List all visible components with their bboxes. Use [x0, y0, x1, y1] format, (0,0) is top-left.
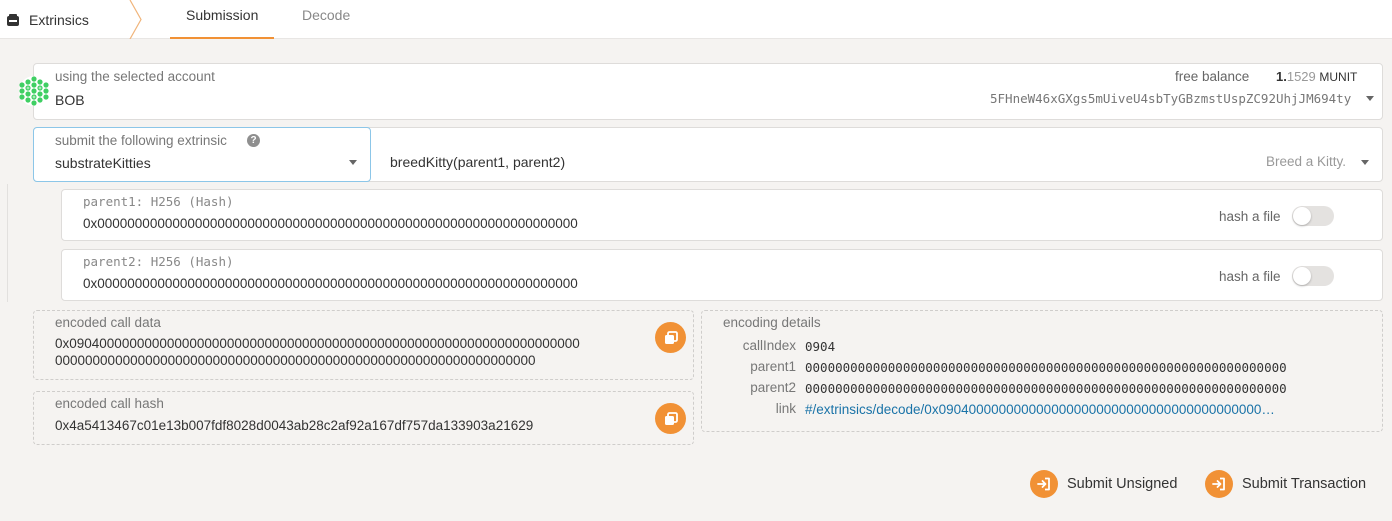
chevron-down-icon — [1366, 96, 1374, 101]
method-doc: Breed a Kitty. — [1266, 154, 1347, 169]
app-menu[interactable]: Extrinsics — [0, 0, 89, 39]
hash-file-toggle[interactable] — [1292, 266, 1334, 286]
chevron-down-icon — [349, 160, 357, 165]
copy-icon — [664, 330, 678, 344]
encoded-call-data: encoded call data 0x09040000000000000000… — [33, 310, 694, 380]
tab-decode[interactable]: Decode — [302, 0, 350, 39]
detail-value: 0000000000000000000000000000000000000000… — [805, 381, 1287, 396]
submit-unsigned-label: Submit Unsigned — [1067, 476, 1178, 492]
top-bar: Extrinsics Submission Decode — [0, 0, 1392, 39]
encoded-hash-value: 0x4a5413467c01e13b007fdf8028d0043ab28c2a… — [55, 418, 534, 433]
extrinsic-label: submit the following extrinsic — [55, 133, 227, 148]
submit-transaction-label: Submit Transaction — [1242, 476, 1367, 492]
account-identicon — [19, 76, 49, 106]
hash-file-label: hash a file — [1219, 269, 1281, 284]
method-value: breedKitty(parent1, parent2) — [390, 154, 566, 170]
sign-in-icon — [1205, 470, 1233, 498]
param-label: parent1: H256 (Hash) — [83, 194, 234, 209]
account-selector[interactable]: using the selected account BOB free bala… — [33, 63, 1383, 120]
sign-in-icon — [1030, 470, 1058, 498]
extrinsics-icon — [7, 13, 19, 26]
detail-value: 0904 — [805, 339, 836, 354]
encoded-call-label: encoded call data — [55, 315, 161, 330]
encoded-call-hash: encoded call hash 0x4a5413467c01e13b007f… — [33, 391, 694, 445]
module-value: substrateKitties — [55, 155, 151, 171]
param-input[interactable]: 0x00000000000000000000000000000000000000… — [83, 216, 578, 231]
chevron-down-icon — [1361, 160, 1369, 165]
decode-link[interactable]: #/extrinsics/decode/0x090400000000000000… — [805, 402, 1275, 417]
encoded-hash-label: encoded call hash — [55, 396, 164, 411]
breadcrumb-separator — [129, 0, 142, 39]
balance-value: 1.1529 MUNIT — [1276, 69, 1358, 84]
account-label: using the selected account — [55, 69, 215, 84]
help-icon[interactable]: ? — [247, 134, 260, 147]
copy-call-data-button[interactable] — [655, 322, 686, 353]
copy-call-hash-button[interactable] — [655, 403, 686, 434]
detail-label: parent1 — [750, 359, 796, 374]
encoding-details: encoding details callIndex 0904 parent1 … — [701, 310, 1383, 432]
submit-unsigned-button[interactable]: Submit Unsigned — [1030, 470, 1177, 498]
encoded-call-line2: 0000000000000000000000000000000000000000… — [55, 353, 536, 368]
method-dropdown[interactable]: breedKitty(parent1, parent2) Breed a Kit… — [372, 128, 1382, 181]
param-parent1: parent1: H256 (Hash) 0x00000000000000000… — [61, 189, 1383, 241]
tab-submission[interactable]: Submission — [169, 0, 275, 39]
detail-label: link — [775, 401, 796, 416]
param-label: parent2: H256 (Hash) — [83, 254, 234, 269]
hash-file-toggle[interactable] — [1292, 206, 1334, 226]
param-input[interactable]: 0x00000000000000000000000000000000000000… — [83, 276, 578, 291]
hash-file-label: hash a file — [1219, 209, 1281, 224]
copy-icon — [664, 411, 678, 425]
module-dropdown[interactable]: submit the following extrinsic ? substra… — [33, 127, 371, 182]
params-guide-line — [7, 184, 8, 302]
account-name: BOB — [55, 92, 85, 108]
detail-label: callIndex — [742, 338, 796, 353]
account-address: 5FHneW46xGXgs5mUiveU4sbTyGBzmstUspZC92Uh… — [990, 91, 1352, 106]
encoding-details-title: encoding details — [723, 315, 821, 330]
submit-transaction-button[interactable]: Submit Transaction — [1205, 470, 1366, 498]
encoded-call-line1: 0x09040000000000000000000000000000000000… — [55, 336, 580, 351]
balance-label: free balance — [1175, 69, 1250, 84]
detail-label: parent2 — [750, 380, 796, 395]
app-title: Extrinsics — [29, 11, 89, 28]
detail-value: 0000000000000000000000000000000000000000… — [805, 360, 1287, 375]
param-parent2: parent2: H256 (Hash) 0x00000000000000000… — [61, 249, 1383, 301]
